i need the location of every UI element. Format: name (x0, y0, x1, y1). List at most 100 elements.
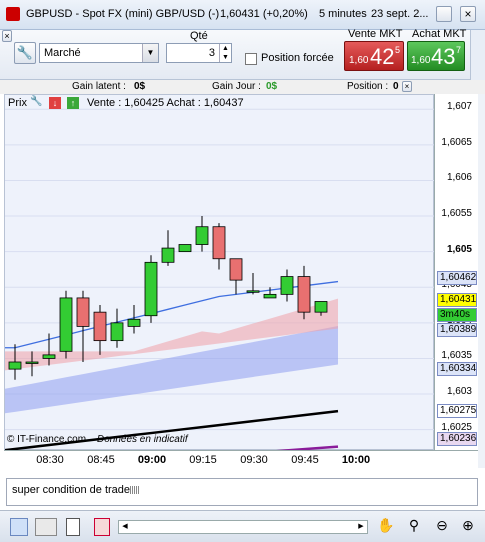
sell-label: Vente MKT (348, 28, 403, 40)
moving-average-black (5, 409, 339, 451)
sell-button[interactable]: 1,60 42 5 (344, 41, 404, 71)
candle-body (110, 322, 124, 342)
horizontal-scrollbar[interactable] (118, 520, 368, 534)
price-marker: 1,60236 (437, 431, 477, 446)
order-type-select[interactable]: Marché ▼ (39, 43, 159, 63)
window-close-icon[interactable]: × (460, 6, 476, 22)
scroll-right-icon[interactable]: ▶ (356, 522, 366, 532)
sell-price-sup: 5 (395, 45, 401, 55)
date-text: 23 sept. 2... (371, 8, 429, 20)
y-tick-label: 1,603 (446, 386, 472, 398)
candle-body (93, 311, 107, 342)
candle-body (212, 226, 226, 260)
qty-value[interactable]: 3 (167, 47, 219, 59)
forced-position-checkbox[interactable] (245, 53, 257, 65)
flag-icon (6, 7, 20, 21)
position-close-icon[interactable]: × (402, 81, 412, 92)
timeframe-text[interactable]: 5 minutes (319, 8, 367, 20)
quote-text: 1,60431 (+0,20%) (220, 8, 308, 20)
x-tick-label: 09:15 (189, 454, 217, 466)
zoom-in-icon[interactable]: ⊕ (458, 517, 478, 537)
buy-price-prefix: 1,60 (411, 55, 431, 66)
chart-header: Prix 🔧 ↓ ↑ Vente : 1,60425 Achat : 1,604… (5, 95, 435, 111)
bottom-toolbar: ◀ ▶ ✋ ⚲ ⊖ ⊕ (0, 510, 485, 542)
drawing-tools-icon[interactable] (35, 518, 57, 536)
chevron-down-icon[interactable]: ▼ (142, 44, 158, 62)
price-marker: 1,60334 (437, 361, 477, 376)
y-tick-label: 1,6065 (441, 136, 472, 148)
title-bar: GBPUSD - Spot FX (mini) GBP/USD (-) 1,60… (0, 0, 485, 30)
zoom-out-icon[interactable]: ⊖ (432, 517, 452, 537)
latent-label: Gain latent : (72, 81, 126, 92)
candle-body (280, 276, 294, 295)
sell-price-big: 42 (370, 44, 395, 69)
sell-buy-readout: Vente : 1,60425 Achat : 1,60437 (87, 97, 244, 109)
x-tick-label: 08:45 (87, 454, 115, 466)
list-icon[interactable] (94, 518, 110, 536)
candle-body (76, 297, 90, 327)
day-gain-label: Gain Jour : (212, 81, 261, 92)
zoom-reset-icon[interactable]: ⚲ (404, 517, 424, 537)
prix-label: Prix (8, 97, 27, 109)
side-panel-strip[interactable] (470, 30, 485, 80)
x-tick-label: 10:00 (341, 454, 371, 466)
order-type-value: Marché (44, 47, 81, 59)
comment-text[interactable]: super condition de trade (12, 484, 130, 496)
candle-body (161, 247, 175, 263)
y-tick-label: 1,6035 (441, 350, 472, 362)
pan-icon[interactable]: ✋ (376, 517, 396, 537)
time-axis: 08:30 08:45 09:00 09:15 09:30 09:45 10:00 (4, 450, 478, 468)
candle-body (8, 361, 22, 370)
x-tick-label: 09:30 (240, 454, 268, 466)
y-tick-label: 1,6055 (441, 208, 472, 220)
comment-box[interactable]: super condition de trade (6, 478, 478, 506)
window-restore-icon[interactable] (436, 6, 452, 22)
x-tick-label: 09:45 (291, 454, 319, 466)
day-gain-value: 0$ (266, 81, 278, 92)
sell-price-prefix: 1,60 (349, 55, 369, 66)
candle-body (195, 226, 209, 245)
candle-body (229, 258, 243, 281)
candle-body (178, 244, 192, 253)
candle-body (59, 297, 73, 352)
wrench-icon[interactable]: 🔧 (14, 42, 36, 64)
buy-button[interactable]: 1,60 43 7 (407, 41, 465, 71)
candle-body (314, 301, 328, 313)
buy-price-big: 43 (431, 44, 456, 69)
price-marker: 1,60462 (437, 270, 477, 285)
candle-body (263, 293, 277, 299)
price-chart[interactable]: Prix 🔧 ↓ ↑ Vente : 1,60425 Achat : 1,604… (4, 94, 435, 451)
stepper-arrows-icon[interactable]: ▲ ▼ (219, 44, 231, 62)
position-label: Position : (347, 81, 389, 92)
document-icon[interactable] (66, 518, 80, 536)
gain-info-bar: Gain latent : 0$ Gain Jour : 0$ Position… (0, 80, 485, 94)
close-icon[interactable]: × (2, 30, 12, 42)
latent-value: 0$ (134, 81, 146, 92)
scroll-strip[interactable] (478, 94, 485, 468)
candle-body (297, 276, 311, 313)
buy-label: Achat MKT (412, 28, 467, 40)
x-tick-label: 09:00 (137, 454, 167, 466)
indicator-icon[interactable] (10, 518, 28, 536)
chart-canvas[interactable] (5, 95, 435, 451)
price-marker: 3m40s (437, 307, 477, 322)
candle-body (25, 361, 39, 364)
candle-body (246, 290, 260, 293)
price-marker: 1,60431 (437, 292, 477, 307)
y-tick-label: 1,607 (446, 101, 472, 113)
price-marker: 1,60389 (437, 322, 477, 337)
tool-wrench-icon[interactable]: 🔧 (30, 96, 44, 110)
candle-body (144, 261, 158, 317)
candle-body (127, 318, 141, 327)
candle-body (42, 354, 56, 359)
y-tick-label: 1,606 (446, 172, 472, 184)
qty-stepper[interactable]: 3 ▲ ▼ (166, 43, 232, 63)
comment-marker-icon (130, 486, 140, 494)
instrument-title: GBPUSD - Spot FX (mini) GBP/USD (-) (26, 8, 220, 20)
y-tick-label: 1,605 (446, 243, 472, 255)
watermark-brand: © IT-Finance.com (7, 434, 87, 445)
scroll-left-icon[interactable]: ◀ (120, 522, 130, 532)
arrow-up-icon[interactable]: ↑ (67, 97, 79, 109)
forced-position-label: Position forcée (261, 52, 334, 64)
arrow-down-icon[interactable]: ↓ (49, 97, 61, 109)
